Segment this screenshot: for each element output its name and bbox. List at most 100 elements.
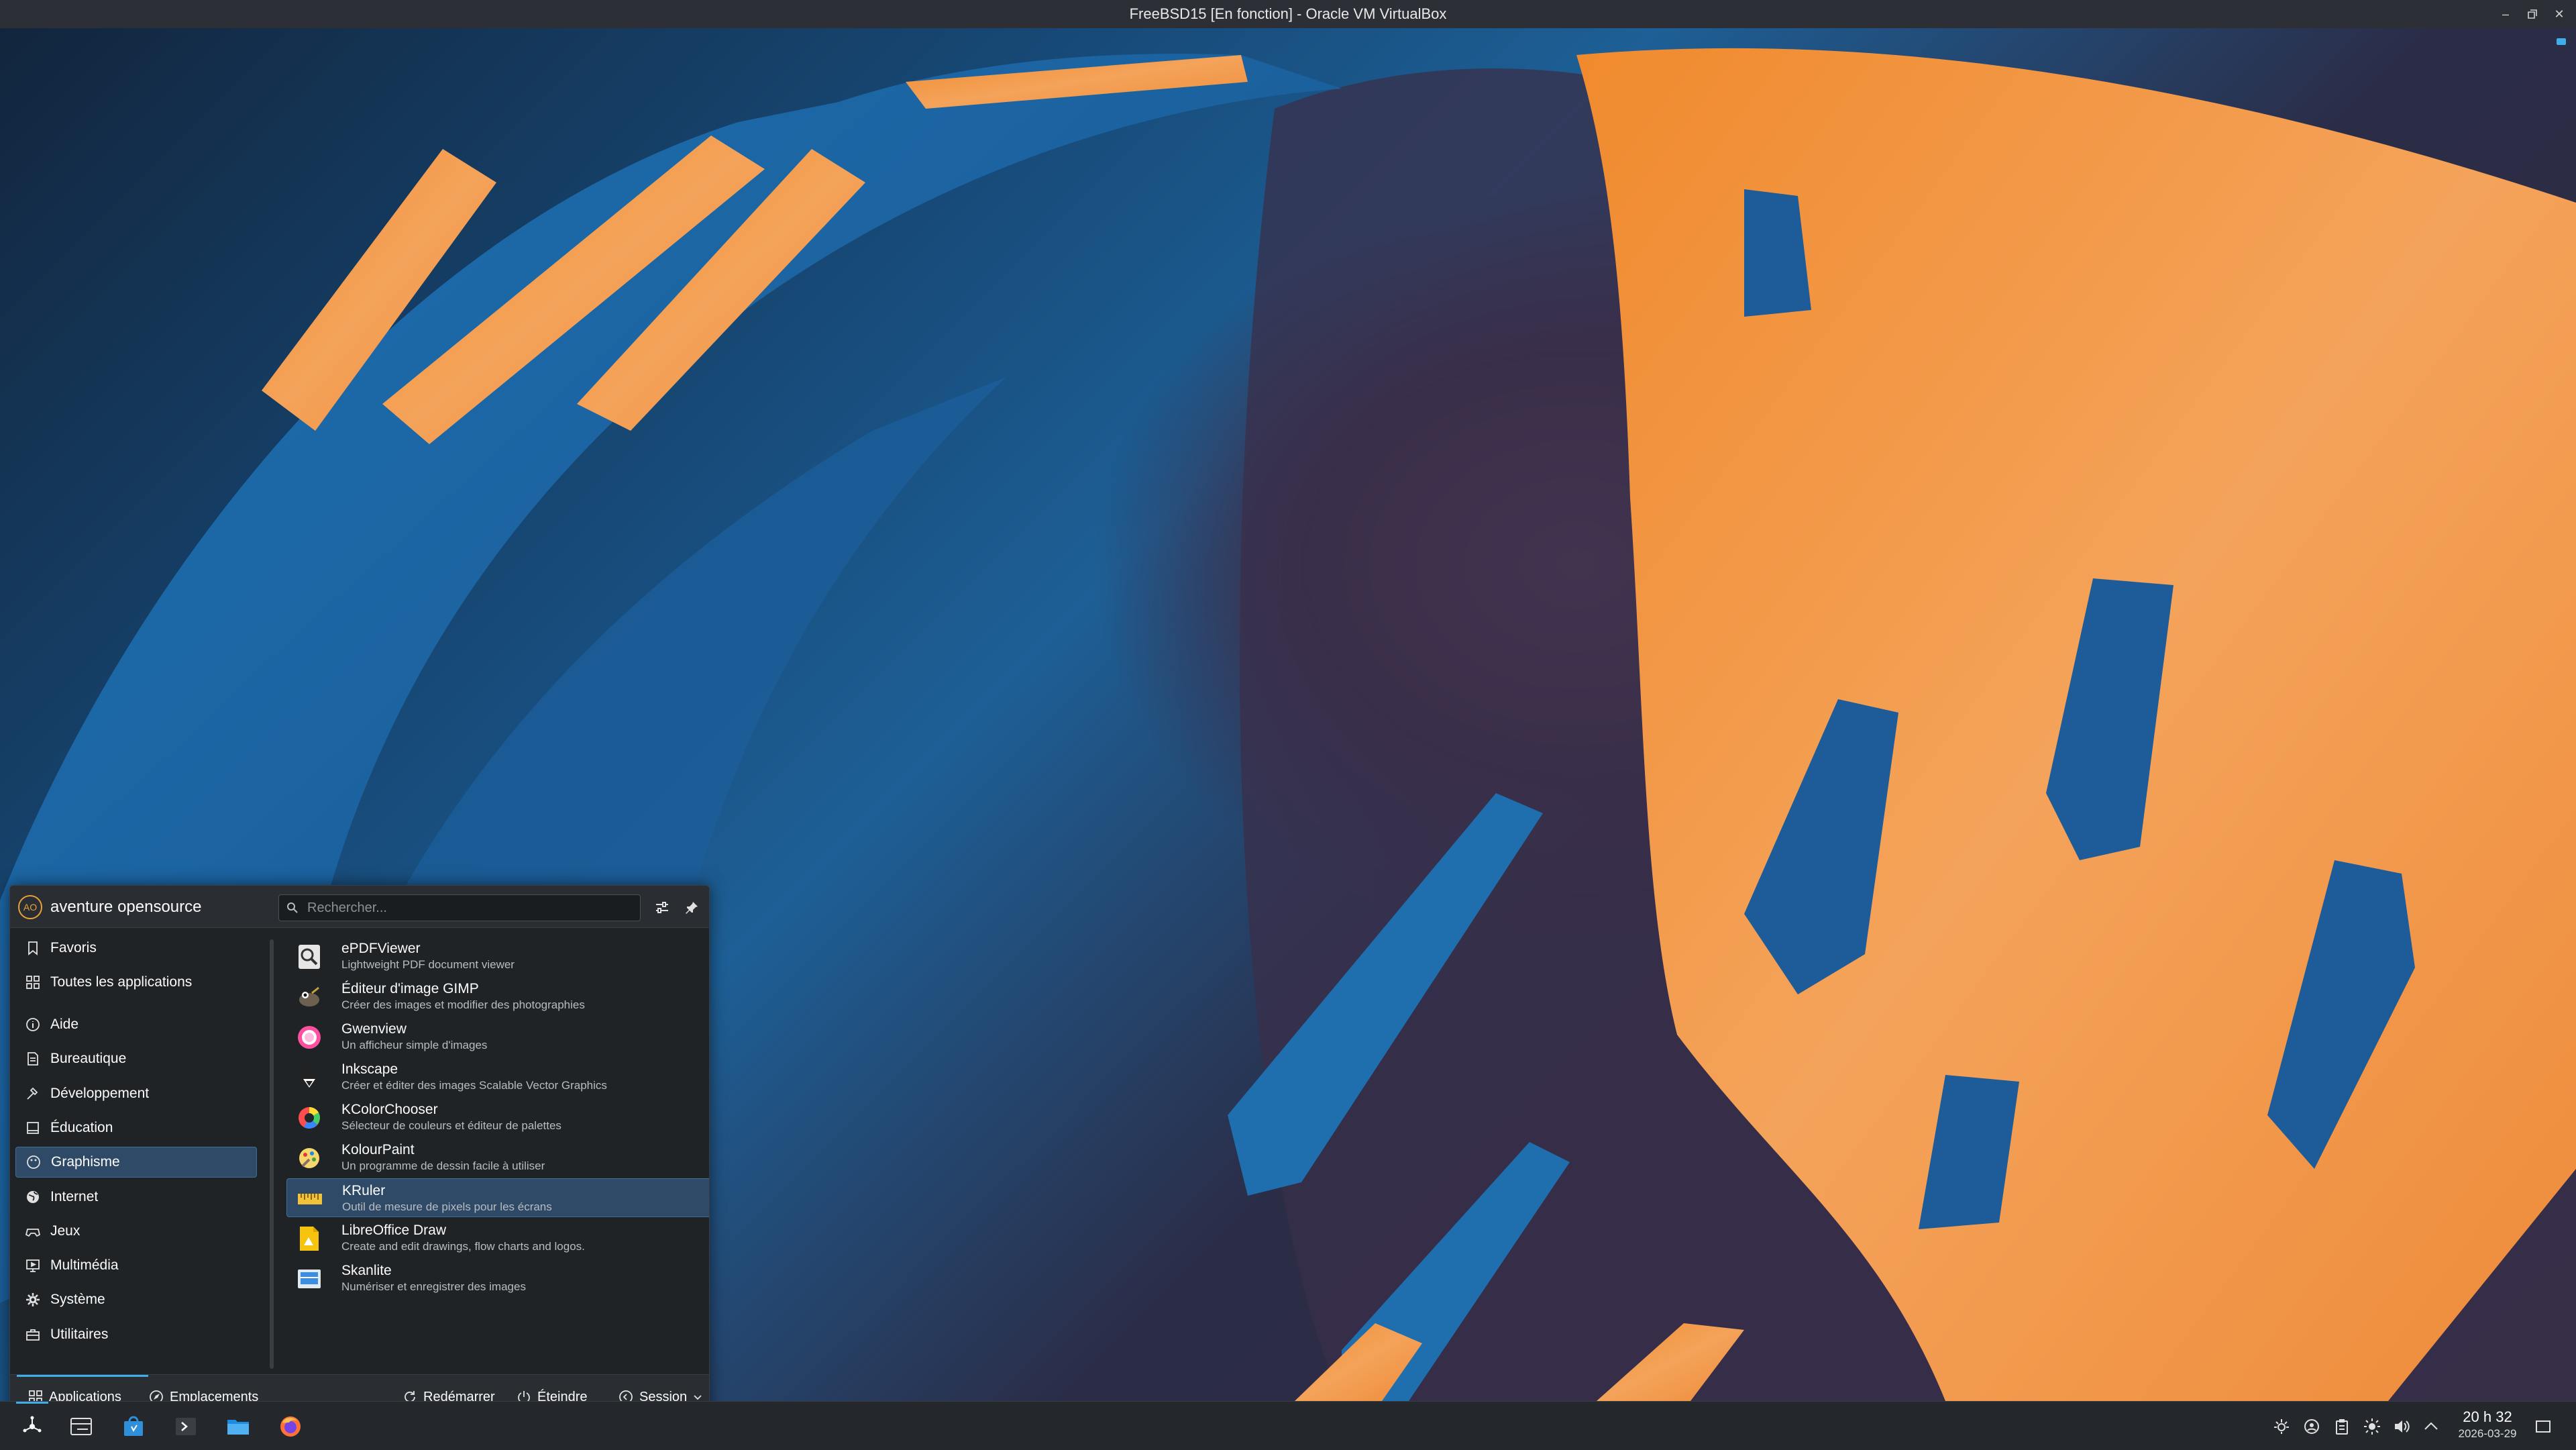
category-item[interactable]: Éducation [15,1112,257,1143]
power-icon [518,1391,530,1401]
pager-icon [70,1418,92,1435]
pin-icon [686,902,698,914]
scanner-icon [298,1270,321,1288]
software-store-button[interactable] [115,1408,152,1445]
category-label: Toutes les applications [50,974,193,990]
app-item[interactable]: KolourPaint Un programme de dessin facile… [286,1138,709,1177]
active-task-indicator [16,1402,48,1404]
window-controls: – ✕ [2498,0,2567,28]
color-chooser-icon [299,1106,320,1129]
app-item[interactable]: Inkscape Créer et éditer des images Scala… [286,1057,709,1096]
chevron-down-icon [694,1395,702,1400]
session-icon [619,1390,633,1401]
category-label: Aide [50,1017,79,1032]
inkscape-icon [299,1066,319,1088]
brightness-icon [2364,1418,2380,1435]
category-label: Internet [50,1189,99,1204]
app-name: Gwenview [341,1021,407,1037]
category-item[interactable]: Développement [15,1078,257,1109]
active-tab-indicator [17,1375,148,1377]
terminal-button[interactable] [168,1408,204,1445]
app-name: KColorChooser [341,1102,438,1117]
app-description: Lightweight PDF document viewer [341,958,515,971]
libreoffice-draw-icon [300,1227,319,1251]
category-item[interactable]: Bureautique [15,1043,257,1074]
session-button[interactable]: Session [618,1384,703,1401]
tray-expander[interactable] [2420,1415,2443,1438]
software-store-icon [124,1416,143,1436]
category-item[interactable]: Utilitaires [15,1319,257,1350]
category-label: Multimédia [50,1257,119,1273]
desktop[interactable]: AO aventure opensource Favoris Toutes les… [0,28,2576,1401]
minimize-icon[interactable]: – [2498,7,2513,21]
firefox-button[interactable] [272,1408,309,1445]
monitor-icon [15,1250,50,1281]
clock-date[interactable]: 2026-03-29 [2450,1427,2525,1441]
updates-tray[interactable] [2300,1415,2323,1438]
category-item[interactable]: Aide [15,1009,257,1040]
gamepad-icon [15,1216,50,1247]
tab-applications-label: Applications [49,1389,121,1402]
pdf-viewer-icon [299,945,320,969]
show-desktop-icon [2536,1420,2551,1433]
category-item[interactable]: Graphisme [15,1147,257,1178]
volume-tray[interactable] [2390,1415,2413,1438]
document-icon [15,1043,50,1074]
category-label: Favoris [50,940,97,955]
pager-button[interactable] [63,1408,99,1445]
category-item[interactable]: Système [15,1284,257,1315]
category-list: Favoris Toutes les applications Aide Bureau… [10,933,265,1369]
app-item[interactable]: Éditeur d'image GIMP Créer des images et … [286,977,709,1016]
search-box[interactable] [278,894,641,921]
clock-time[interactable]: 20 h 32 [2454,1408,2521,1426]
app-description: Créer des images et modifier des photogr… [341,998,585,1011]
app-name: Éditeur d'image GIMP [341,981,479,996]
compass-icon [150,1390,163,1401]
app-item[interactable]: ePDFViewer Lightweight PDF document viewe… [286,937,709,976]
tab-applications[interactable]: Applications [28,1384,121,1401]
launcher-button[interactable] [14,1408,50,1445]
taskbar: 20 h 32 2026-03-29 [0,1401,2576,1450]
close-icon[interactable]: ✕ [2552,7,2567,21]
category-item[interactable]: Favoris [15,933,257,964]
category-scrollbar[interactable] [270,939,274,1369]
gimp-icon [299,986,319,1006]
volume-icon [2395,1420,2410,1433]
app-description: Numériser et enregistrer des images [341,1280,526,1293]
application-launcher: AO aventure opensource Favoris Toutes les… [9,885,710,1401]
app-item[interactable]: KColorChooser Sélecteur de couleurs et éd… [286,1098,709,1137]
category-item[interactable]: Toutes les applications [15,967,257,998]
grid-icon [15,967,50,998]
vbox-status-icon[interactable] [2555,35,2568,48]
filter-button[interactable] [649,894,676,921]
avatar[interactable]: AO [18,895,42,919]
app-item[interactable]: Gwenview Un afficheur simple d'images [286,1017,709,1056]
app-name: Skanlite [341,1263,392,1278]
show-desktop-button[interactable] [2532,1415,2555,1438]
tab-places[interactable]: Emplacements [148,1384,258,1401]
restore-icon[interactable] [2525,7,2540,21]
search-input[interactable] [306,899,640,917]
file-manager-button[interactable] [220,1408,256,1445]
firefox-icon [280,1416,301,1437]
hammer-icon [15,1078,50,1109]
category-label: Éducation [50,1120,113,1135]
category-label: Utilitaires [50,1327,109,1342]
category-item[interactable]: Jeux [15,1216,257,1247]
app-item[interactable]: LibreOffice Draw Create and edit drawings… [286,1219,709,1257]
sliders-icon [656,902,668,913]
category-item[interactable]: Internet [15,1182,257,1212]
shutdown-button[interactable]: Éteindre [516,1384,588,1401]
session-label: Session [639,1389,688,1402]
brightness-tray[interactable] [2361,1415,2383,1438]
app-description: Un programme de dessin facile à utiliser [341,1159,545,1172]
terminal-icon [176,1418,196,1435]
app-item[interactable]: KRuler Outil de mesure de pixels pour les… [286,1178,709,1217]
restart-button[interactable]: Redémarrer [402,1384,495,1401]
app-item[interactable]: Skanlite Numériser et enregistrer des ima… [286,1259,709,1298]
clipboard-tray[interactable] [2330,1415,2353,1438]
network-tray[interactable] [2270,1415,2293,1438]
category-item[interactable]: Multimédia [15,1250,257,1281]
pin-button[interactable] [678,894,705,921]
category-label: Système [50,1292,105,1307]
